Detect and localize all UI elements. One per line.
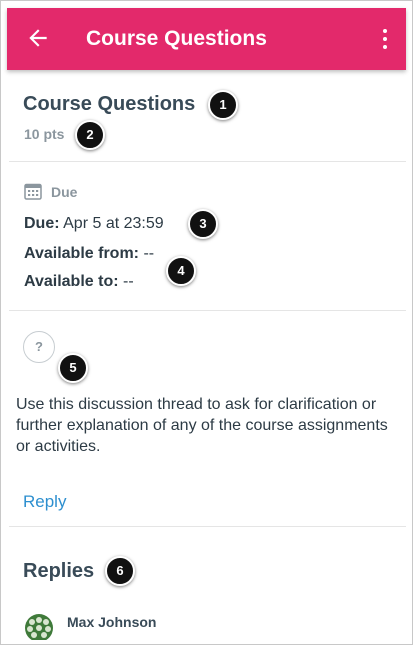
callout-badge: 6: [105, 556, 135, 586]
app-bar-title: Course Questions: [86, 27, 267, 50]
points-label: 10 pts: [24, 126, 65, 142]
available-from-value: --: [143, 245, 155, 262]
reply-link[interactable]: Reply: [23, 492, 66, 512]
question-avatar-icon[interactable]: ?: [23, 331, 55, 363]
avatar[interactable]: [21, 612, 57, 640]
available-to-label: Available to:: [24, 273, 119, 290]
due-header: Due: [51, 184, 78, 200]
discussion-description: Use this discussion thread to ask for cl…: [16, 396, 388, 455]
app-bar: Course Questions: [7, 8, 406, 70]
discussion-body: ? Use this discussion thread to ask for …: [9, 311, 406, 527]
available-from-row: Available from: --: [24, 245, 154, 263]
more-vertical-icon[interactable]: [373, 26, 397, 52]
callout-badge: 4: [166, 256, 196, 286]
due-row: Due: Apr 5 at 23:59: [24, 215, 164, 233]
due-label: Due:: [24, 215, 60, 232]
callout-badge: 3: [188, 209, 218, 239]
screen: Course Questions Course Questions 10 pts…: [0, 0, 413, 645]
assignment-header: Course Questions 10 pts: [9, 70, 406, 162]
available-from-label: Available from:: [24, 245, 139, 262]
replies-section: Replies Max Johnson: [9, 527, 406, 640]
calendar-icon: [24, 183, 42, 200]
assignment-title: Course Questions: [23, 93, 196, 115]
callout-badge: 2: [75, 120, 105, 150]
reply-author[interactable]: Max Johnson: [67, 614, 156, 630]
callout-badge: 1: [208, 90, 238, 120]
arrow-left-icon[interactable]: [25, 25, 51, 51]
callout-badge: 5: [58, 353, 88, 383]
available-to-value: --: [123, 273, 134, 290]
replies-header: Replies: [23, 560, 95, 582]
due-value: Apr 5 at 23:59: [63, 215, 164, 232]
available-to-row: Available to: --: [24, 273, 134, 291]
